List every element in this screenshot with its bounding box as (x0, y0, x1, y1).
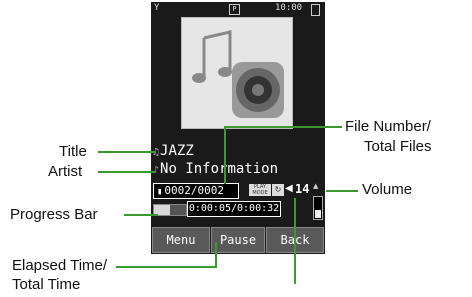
volume-scrollbar[interactable] (313, 196, 323, 220)
file-icon: ▮ (157, 187, 163, 197)
pause-softkey[interactable]: Pause (211, 227, 265, 253)
track-artist: ♪No Information (153, 161, 278, 177)
volume-callout: Volume (362, 181, 413, 198)
menu-softkey[interactable]: Menu (152, 227, 210, 253)
file-number-callout-1: File Number/ (345, 118, 431, 135)
info-row: ▮ 0002/0002 PLAY MODE ↻ ◀ 14 (151, 182, 325, 199)
volume-scrollbar-knob[interactable] (315, 210, 321, 218)
softkey-bar: Menu Pause Back (151, 227, 325, 253)
volume-callout-line (326, 190, 358, 192)
progress-bar-callout: Progress Bar (10, 206, 98, 223)
track-title: ♫JAZZ (153, 143, 194, 159)
track-artist-text: No Information (160, 161, 279, 177)
elapsed-callout-vline (215, 242, 217, 268)
signal-icon: Y (154, 3, 160, 13)
progress-bar (153, 204, 187, 216)
track-title-text: JAZZ (160, 143, 194, 159)
play-mode-icon: PLAY MODE (249, 184, 271, 196)
repeat-icon: ↻ (272, 184, 284, 196)
artist-callout: Artist (48, 163, 83, 180)
file-number: 0002/0002 (164, 184, 225, 197)
music-speaker-icon (192, 30, 284, 118)
elapsed-total-time: 0:00:05/0:00:32 (187, 201, 281, 217)
artist-callout-line (98, 171, 156, 173)
playmode-callout-line (294, 198, 296, 284)
file-number-box: ▮ 0002/0002 (153, 183, 239, 199)
elapsed-time-callout-2: Total Time (12, 276, 81, 293)
title-callout: Title (59, 143, 87, 160)
elapsed-callout-hline (116, 266, 217, 268)
title-callout-line (98, 151, 156, 153)
elapsed-time-callout-1: Elapsed Time/ (12, 257, 108, 274)
album-art (181, 17, 293, 129)
progress-callout-line (124, 214, 158, 216)
phone-screen: Y P 10:00 ♫JAZZ ♪No Information ▮ 0002/00… (151, 2, 325, 254)
status-bar: Y P 10:00 (151, 2, 325, 16)
battery-icon (311, 4, 320, 16)
filenum-callout-vline (224, 126, 226, 184)
progress-row: 0:00:05/0:00:32 (151, 201, 325, 217)
file-number-callout-2: Total Files (364, 138, 432, 155)
p-icon: P (229, 4, 240, 15)
volume-up-arrow-icon: ▲ (313, 182, 319, 190)
clock: 10:00 (275, 3, 303, 13)
speaker-icon: ◀ (285, 183, 293, 194)
volume-level: 14 (295, 182, 310, 196)
filenum-callout-hline (224, 126, 342, 128)
